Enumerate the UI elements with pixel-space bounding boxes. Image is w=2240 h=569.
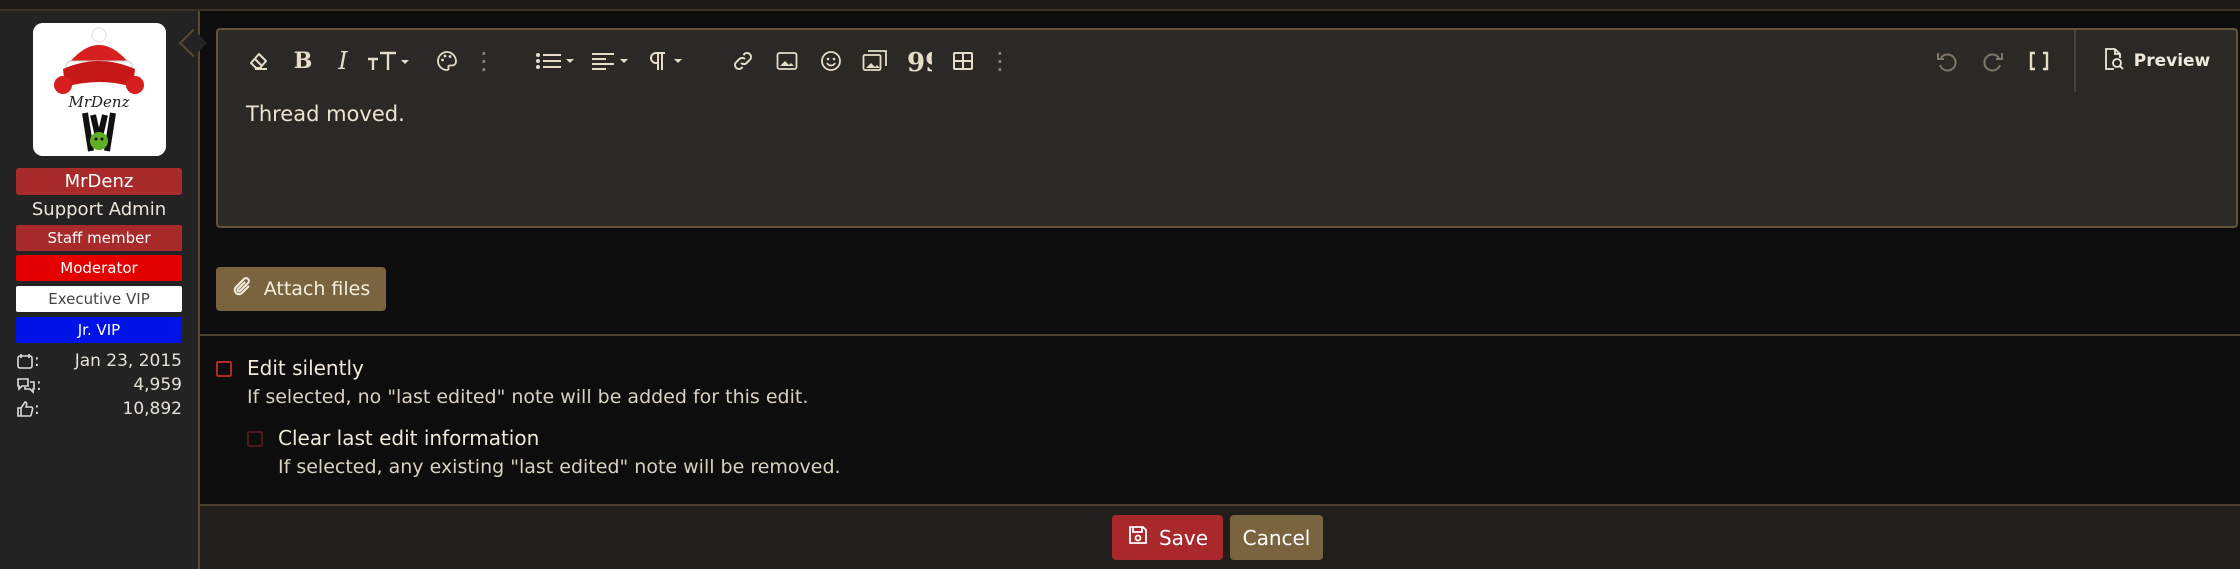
clear-last-edit-checkbox[interactable] (247, 431, 263, 447)
image-icon[interactable] (772, 46, 802, 76)
table-icon[interactable] (948, 46, 978, 76)
stat-value: 10,892 (122, 399, 182, 419)
stat-sep: : (34, 351, 40, 371)
stat-reactions: : 10,892 (16, 397, 182, 421)
attach-files-label: Attach files (263, 278, 371, 300)
svg-text:MrDenz: MrDenz (68, 93, 130, 111)
media-gallery-icon[interactable] (860, 46, 890, 76)
messages-icon: : (16, 375, 46, 395)
clear-formatting-icon[interactable] (244, 46, 274, 76)
banner-staff-member: Staff member (16, 225, 182, 251)
paperclip-icon (232, 275, 254, 304)
save-label: Save (1158, 525, 1209, 550)
redo-icon[interactable] (1978, 46, 2008, 76)
banner-executive-vip: Executive VIP (16, 286, 182, 312)
edit-silently-hint: If selected, no "last edited" note will … (247, 386, 809, 408)
attach-files-button[interactable]: Attach files (216, 267, 386, 311)
stat-sep: : (34, 399, 40, 419)
more-vertical-icon[interactable]: ⋮ (472, 46, 496, 76)
banner-moderator: Moderator (16, 255, 182, 281)
user-title: Support Admin (31, 199, 167, 220)
smiley-icon[interactable] (816, 46, 846, 76)
editor-toolbar: B I ⋮ 99 (218, 30, 2236, 92)
thumbs-up-icon: : (16, 399, 46, 419)
edit-silently-label[interactable]: Edit silently (247, 356, 364, 380)
preview-icon (2102, 47, 2124, 76)
svg-text:99: 99 (907, 49, 932, 73)
rich-text-editor: B I ⋮ 99 (216, 28, 2238, 228)
palette-icon[interactable] (432, 46, 462, 76)
undo-icon[interactable] (1932, 46, 1962, 76)
stat-value: 4,959 (133, 375, 182, 395)
stat-messages: : 4,959 (16, 373, 182, 397)
edit-silently-checkbox[interactable] (216, 361, 232, 377)
quote-icon[interactable]: 99 (904, 46, 934, 76)
save-button[interactable]: Save (1112, 515, 1223, 560)
bold-icon[interactable]: B (290, 46, 316, 76)
stat-value: Jan 23, 2015 (74, 351, 182, 371)
avatar[interactable]: MrDenz (33, 23, 166, 156)
divider (200, 334, 2240, 336)
user-stats: : Jan 23, 2015 : 4,959 : 10,892 (16, 349, 182, 421)
more-vertical-icon[interactable]: ⋮ (988, 46, 1012, 76)
clear-last-edit-hint: If selected, any existing "last edited" … (278, 456, 841, 478)
banner-jr-vip: Jr. VIP (16, 317, 182, 343)
username[interactable]: MrDenz (16, 168, 182, 195)
stat-joined: : Jan 23, 2015 (16, 349, 182, 373)
paragraph-icon[interactable] (646, 46, 690, 76)
list-icon[interactable] (534, 46, 578, 76)
bbcode-toggle-icon[interactable] (2026, 46, 2052, 76)
font-size-icon[interactable] (366, 46, 410, 76)
calendar-icon: : (16, 351, 46, 371)
italic-icon[interactable]: I (330, 46, 356, 76)
user-sidebar: MrDenz MrDenz Support Admin Staff member… (0, 11, 200, 569)
link-icon[interactable] (728, 46, 758, 76)
preview-button[interactable]: Preview (2074, 30, 2236, 92)
editor-content[interactable]: Thread moved. (246, 102, 405, 126)
stat-sep: : (36, 375, 42, 395)
preview-label: Preview (2133, 51, 2211, 71)
save-icon (1127, 524, 1149, 551)
clear-last-edit-label[interactable]: Clear last edit information (278, 426, 539, 450)
top-strip (0, 0, 2240, 11)
cancel-button[interactable]: Cancel (1230, 515, 1323, 560)
align-icon[interactable] (590, 46, 634, 76)
